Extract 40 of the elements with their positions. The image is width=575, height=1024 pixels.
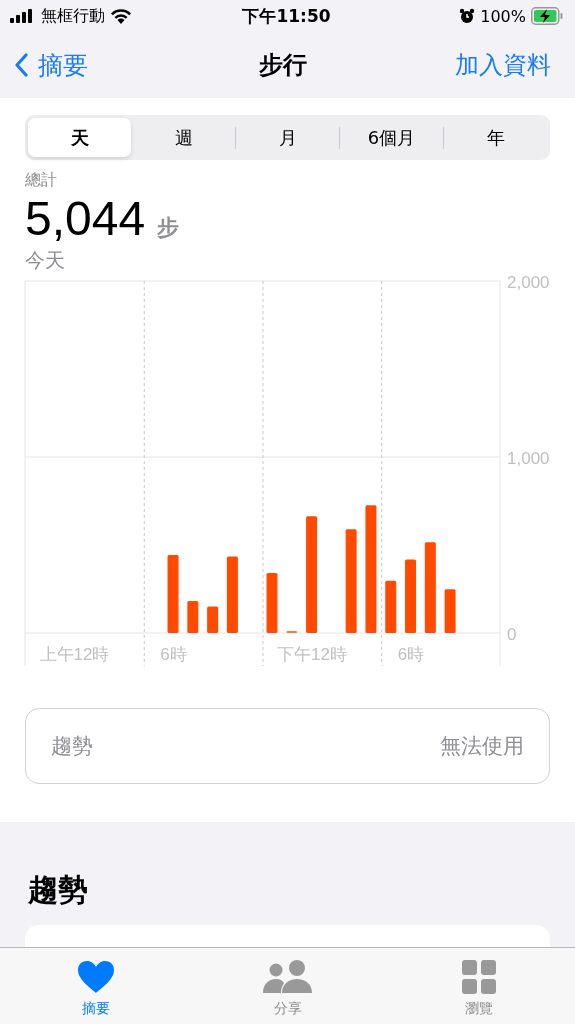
trend-label: 趨勢 bbox=[51, 733, 93, 760]
y-axis-label: 1,000 bbox=[507, 449, 550, 468]
section-title: 趨勢 bbox=[27, 871, 89, 909]
chart-bar bbox=[385, 580, 397, 633]
step-unit: 步 bbox=[157, 214, 180, 242]
status-time: 下午11:50 bbox=[242, 4, 331, 28]
chart-bar bbox=[207, 606, 219, 633]
step-count: 5,044 bbox=[25, 191, 146, 246]
tab-item[interactable]: 分享 bbox=[251, 948, 324, 1024]
back-button[interactable]: 摘要 bbox=[14, 48, 88, 82]
wifi-icon bbox=[110, 8, 132, 24]
chart-bar bbox=[266, 573, 278, 633]
page-title: 步行 bbox=[258, 50, 307, 81]
segment-tab[interactable]: 週 bbox=[132, 118, 235, 157]
segment-tab[interactable]: 月 bbox=[236, 118, 339, 157]
y-axis-label: 0 bbox=[507, 625, 517, 644]
people-icon bbox=[262, 960, 313, 994]
segment-tab[interactable]: 年 bbox=[444, 118, 547, 157]
add-data-button[interactable]: 加入資料 bbox=[455, 49, 551, 81]
back-chevron-icon bbox=[14, 53, 28, 77]
trend-row[interactable]: 趨勢 無法使用 bbox=[25, 708, 550, 784]
x-axis-label: 上午12時 bbox=[39, 645, 110, 664]
segment-tab[interactable]: 6個月 bbox=[340, 118, 443, 157]
grid-icon bbox=[462, 960, 496, 994]
carrier-name: 無框行動 bbox=[41, 5, 105, 27]
heart-icon bbox=[77, 960, 115, 994]
chart-bar bbox=[187, 600, 199, 633]
chart-bar bbox=[444, 589, 456, 633]
segment-tab[interactable]: 天 bbox=[28, 118, 131, 157]
x-axis-label: 6時 bbox=[160, 645, 187, 664]
tab-item[interactable]: 摘要 bbox=[60, 948, 132, 1024]
period-label: 今天 bbox=[25, 247, 66, 274]
battery-percent: 100% bbox=[480, 6, 526, 26]
x-axis-label: 6時 bbox=[397, 645, 425, 664]
trend-status: 無法使用 bbox=[440, 733, 524, 760]
total-label: 總計 bbox=[25, 170, 58, 191]
tab-item[interactable]: 瀏覽 bbox=[443, 948, 515, 1024]
y-axis-label: 2,000 bbox=[507, 276, 550, 292]
alarm-icon bbox=[459, 8, 476, 24]
x-axis-label: 下午12時 bbox=[277, 645, 347, 664]
